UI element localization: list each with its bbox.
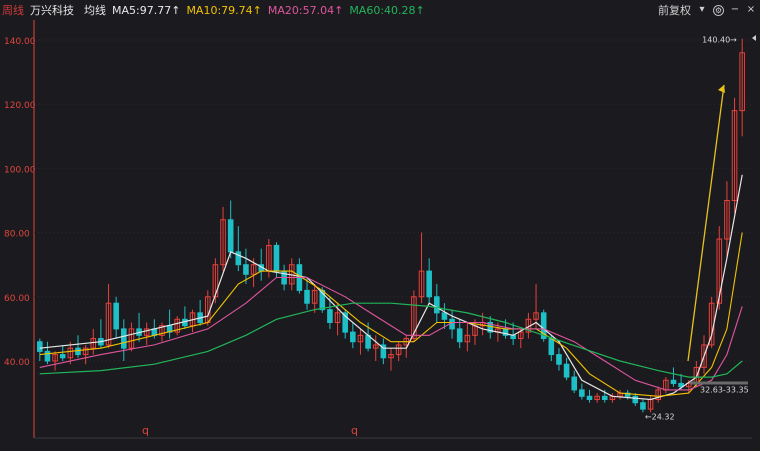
candle-body [426, 270, 432, 298]
candle-body [273, 244, 280, 272]
low-price-label: ←24.32 [645, 412, 675, 421]
candle-body [59, 354, 66, 359]
grid-lines [33, 20, 752, 439]
ma20-label: MA20:57.04↑ [267, 3, 344, 17]
adjust-button[interactable]: 前复权 [658, 2, 691, 18]
y-axis: 140.00 120.00 100.00 80.00 60.00 40.00 [4, 37, 36, 368]
candle-body [350, 331, 356, 343]
ma60-label: MA60:40.28↑ [349, 3, 425, 17]
close-icon[interactable]: × [746, 5, 756, 15]
ma-toggle[interactable]: 均线 [84, 2, 106, 18]
period-label[interactable]: 周线 [2, 2, 24, 18]
candle-body [556, 354, 562, 365]
candle-body [121, 328, 127, 349]
candle-body [632, 395, 639, 404]
candle-body [113, 302, 119, 330]
trend-arrow-line [687, 84, 725, 362]
candle-body [441, 312, 448, 320]
y-tick-label: 60.00 [4, 294, 30, 304]
event-marker: q [351, 424, 358, 437]
ma10-label: MA10:79.74↑ [186, 3, 262, 17]
range-band [690, 381, 748, 385]
y-tick-label: 40.00 [4, 358, 30, 368]
candle-body [579, 389, 585, 397]
range-label: 32.63-33.35 [700, 386, 749, 395]
minus-icon[interactable]: − [730, 5, 740, 15]
candles [37, 38, 745, 413]
y-tick-label: 140.00 [4, 37, 36, 47]
ma5-label: MA5:97.77↑ [112, 3, 181, 17]
candle-body [563, 363, 570, 378]
event-marker: q [142, 424, 149, 437]
candle-body [75, 347, 81, 356]
ma-line-ma20 [39, 276, 743, 391]
y-tick-label: 100.00 [4, 165, 36, 175]
candle-body [586, 395, 593, 401]
high-price-label: 140.40→ [702, 36, 737, 45]
candle-body [243, 264, 249, 275]
candle-body [601, 395, 608, 401]
candle-body [37, 341, 43, 352]
candlestick-chart[interactable]: 140.00 120.00 100.00 80.00 60.00 40.00 140.40… [0, 20, 760, 451]
stock-name: 万兴科技 [30, 4, 74, 17]
candle-body [434, 296, 440, 314]
trend-arrow-head [718, 84, 725, 93]
candle-body [670, 379, 677, 384]
adjust-dropdown-icon[interactable]: ▾ [697, 5, 707, 15]
settings-icon[interactable]: ⚙ [713, 4, 724, 16]
header-controls: 前复权 ▾ ⚙ − × [658, 0, 756, 20]
candle-body [227, 219, 234, 253]
candle-body [304, 289, 310, 304]
candle-body [456, 328, 463, 343]
annotations: 140.40→ ←24.32 32.63-33.35 q q [142, 35, 756, 437]
candle-body [548, 338, 555, 356]
ma-line-ma10 [39, 232, 743, 397]
candle-body [571, 376, 578, 391]
candle-body [640, 402, 646, 410]
y-tick-label: 80.00 [4, 230, 30, 240]
candle-body [44, 350, 51, 362]
chart-header: 周线 万兴科技 均线 MA5:97.77↑ MA10:79.74↑ MA20:5… [0, 0, 760, 20]
candle-body [327, 309, 333, 323]
y-tick-label: 120.00 [4, 101, 36, 111]
kline-window: 周线 万兴科技 均线 MA5:97.77↑ MA10:79.74↑ MA20:5… [0, 0, 760, 451]
right-edge-marker [752, 35, 756, 41]
candle-body [449, 318, 455, 330]
